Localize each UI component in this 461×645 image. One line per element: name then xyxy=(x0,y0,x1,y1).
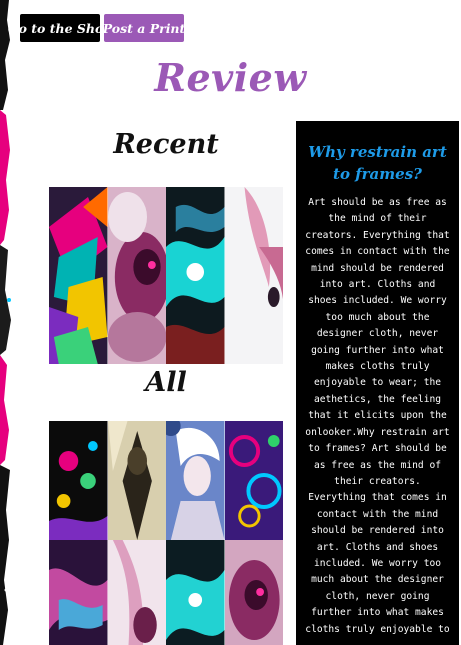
gallery-tile[interactable] xyxy=(224,187,283,364)
gallery-tile[interactable] xyxy=(224,540,283,645)
gallery-tile[interactable] xyxy=(49,187,108,364)
info-panel-title: Why restrain art to frames? xyxy=(308,143,447,183)
recent-heading: Recent xyxy=(113,129,219,160)
gallery-tile[interactable] xyxy=(224,421,283,540)
gallery-tile[interactable] xyxy=(166,540,225,645)
gallery-tile[interactable] xyxy=(166,187,225,364)
recent-gallery xyxy=(49,187,283,364)
page-title: Review xyxy=(154,55,307,100)
go-to-shop-button[interactable]: Go to the Shop xyxy=(8,14,112,42)
page: Go to the Shop Post a Print Review Recen… xyxy=(0,0,461,645)
gallery-tile[interactable] xyxy=(166,421,225,540)
gallery-tile[interactable] xyxy=(49,421,108,540)
all-heading: All xyxy=(145,367,187,398)
info-panel: Why restrain art to frames? Art should b… xyxy=(296,121,459,645)
gallery-tile[interactable] xyxy=(107,187,166,364)
gallery-tile[interactable] xyxy=(107,540,166,645)
gallery-tile[interactable] xyxy=(49,540,108,645)
gallery-tile[interactable] xyxy=(107,421,166,540)
top-nav: Go to the Shop Post a Print xyxy=(8,14,185,42)
post-a-print-button[interactable]: Post a Print xyxy=(103,14,185,42)
all-gallery xyxy=(49,421,283,645)
info-panel-body: Art should be as free as the mind of the… xyxy=(305,197,450,635)
